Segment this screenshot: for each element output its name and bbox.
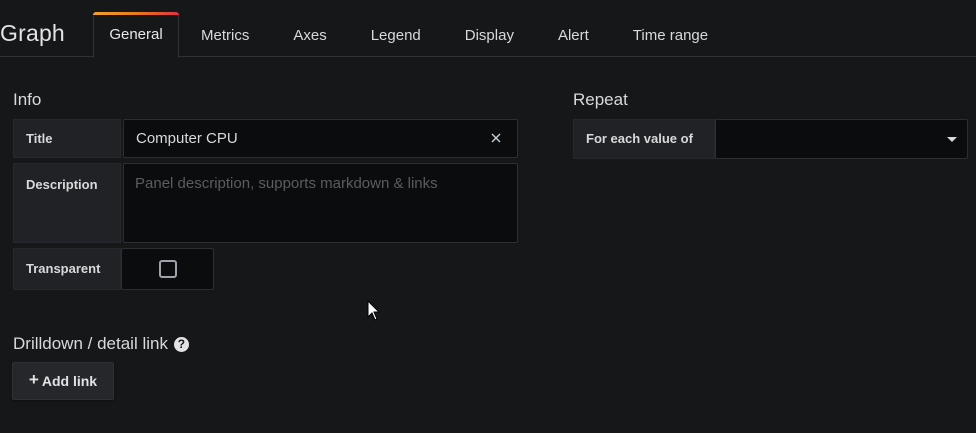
description-label: Description — [13, 163, 121, 243]
transparent-label: Transparent — [13, 248, 121, 290]
description-textarea[interactable]: Panel description, supports markdown & l… — [123, 163, 518, 243]
add-link-label: Add link — [41, 373, 98, 389]
for-each-value-label: For each value of — [573, 119, 715, 159]
drilldown-heading-text: Drilldown / detail link — [13, 334, 168, 353]
title-input[interactable]: Computer CPU — [123, 119, 518, 158]
caret-down-icon[interactable] — [947, 137, 957, 142]
tab-time-range[interactable]: Time range — [611, 12, 730, 57]
tab-legend[interactable]: Legend — [349, 12, 443, 57]
mouse-cursor-icon — [367, 300, 381, 321]
drilldown-heading: Drilldown / detail link? — [13, 334, 189, 354]
repeat-variable-select[interactable] — [715, 119, 968, 159]
tab-display[interactable]: Display — [443, 12, 536, 57]
add-link-button[interactable]: + Add link — [12, 362, 114, 400]
tab-metrics[interactable]: Metrics — [179, 12, 271, 57]
panel-editor-header: Graph General Metrics Axes Legend Displa… — [0, 0, 976, 58]
transparent-checkbox[interactable] — [159, 260, 177, 278]
question-circle-icon[interactable]: ? — [173, 337, 189, 352]
tab-alert[interactable]: Alert — [536, 12, 611, 57]
transparent-checkbox-container — [121, 248, 214, 290]
title-input-value[interactable]: Computer CPU — [136, 130, 238, 147]
description-placeholder: Panel description, supports markdown & l… — [135, 175, 438, 192]
close-icon[interactable] — [489, 131, 503, 145]
tab-general[interactable]: General — [93, 12, 179, 58]
editor-tabs: General Metrics Axes Legend Display Aler… — [93, 12, 730, 58]
repeat-heading: Repeat — [573, 90, 628, 109]
info-heading: Info — [13, 90, 42, 109]
title-label: Title — [13, 119, 121, 158]
tab-axes[interactable]: Axes — [271, 12, 348, 57]
panel-type-title: Graph — [0, 20, 65, 46]
plus-icon: + — [28, 370, 39, 389]
